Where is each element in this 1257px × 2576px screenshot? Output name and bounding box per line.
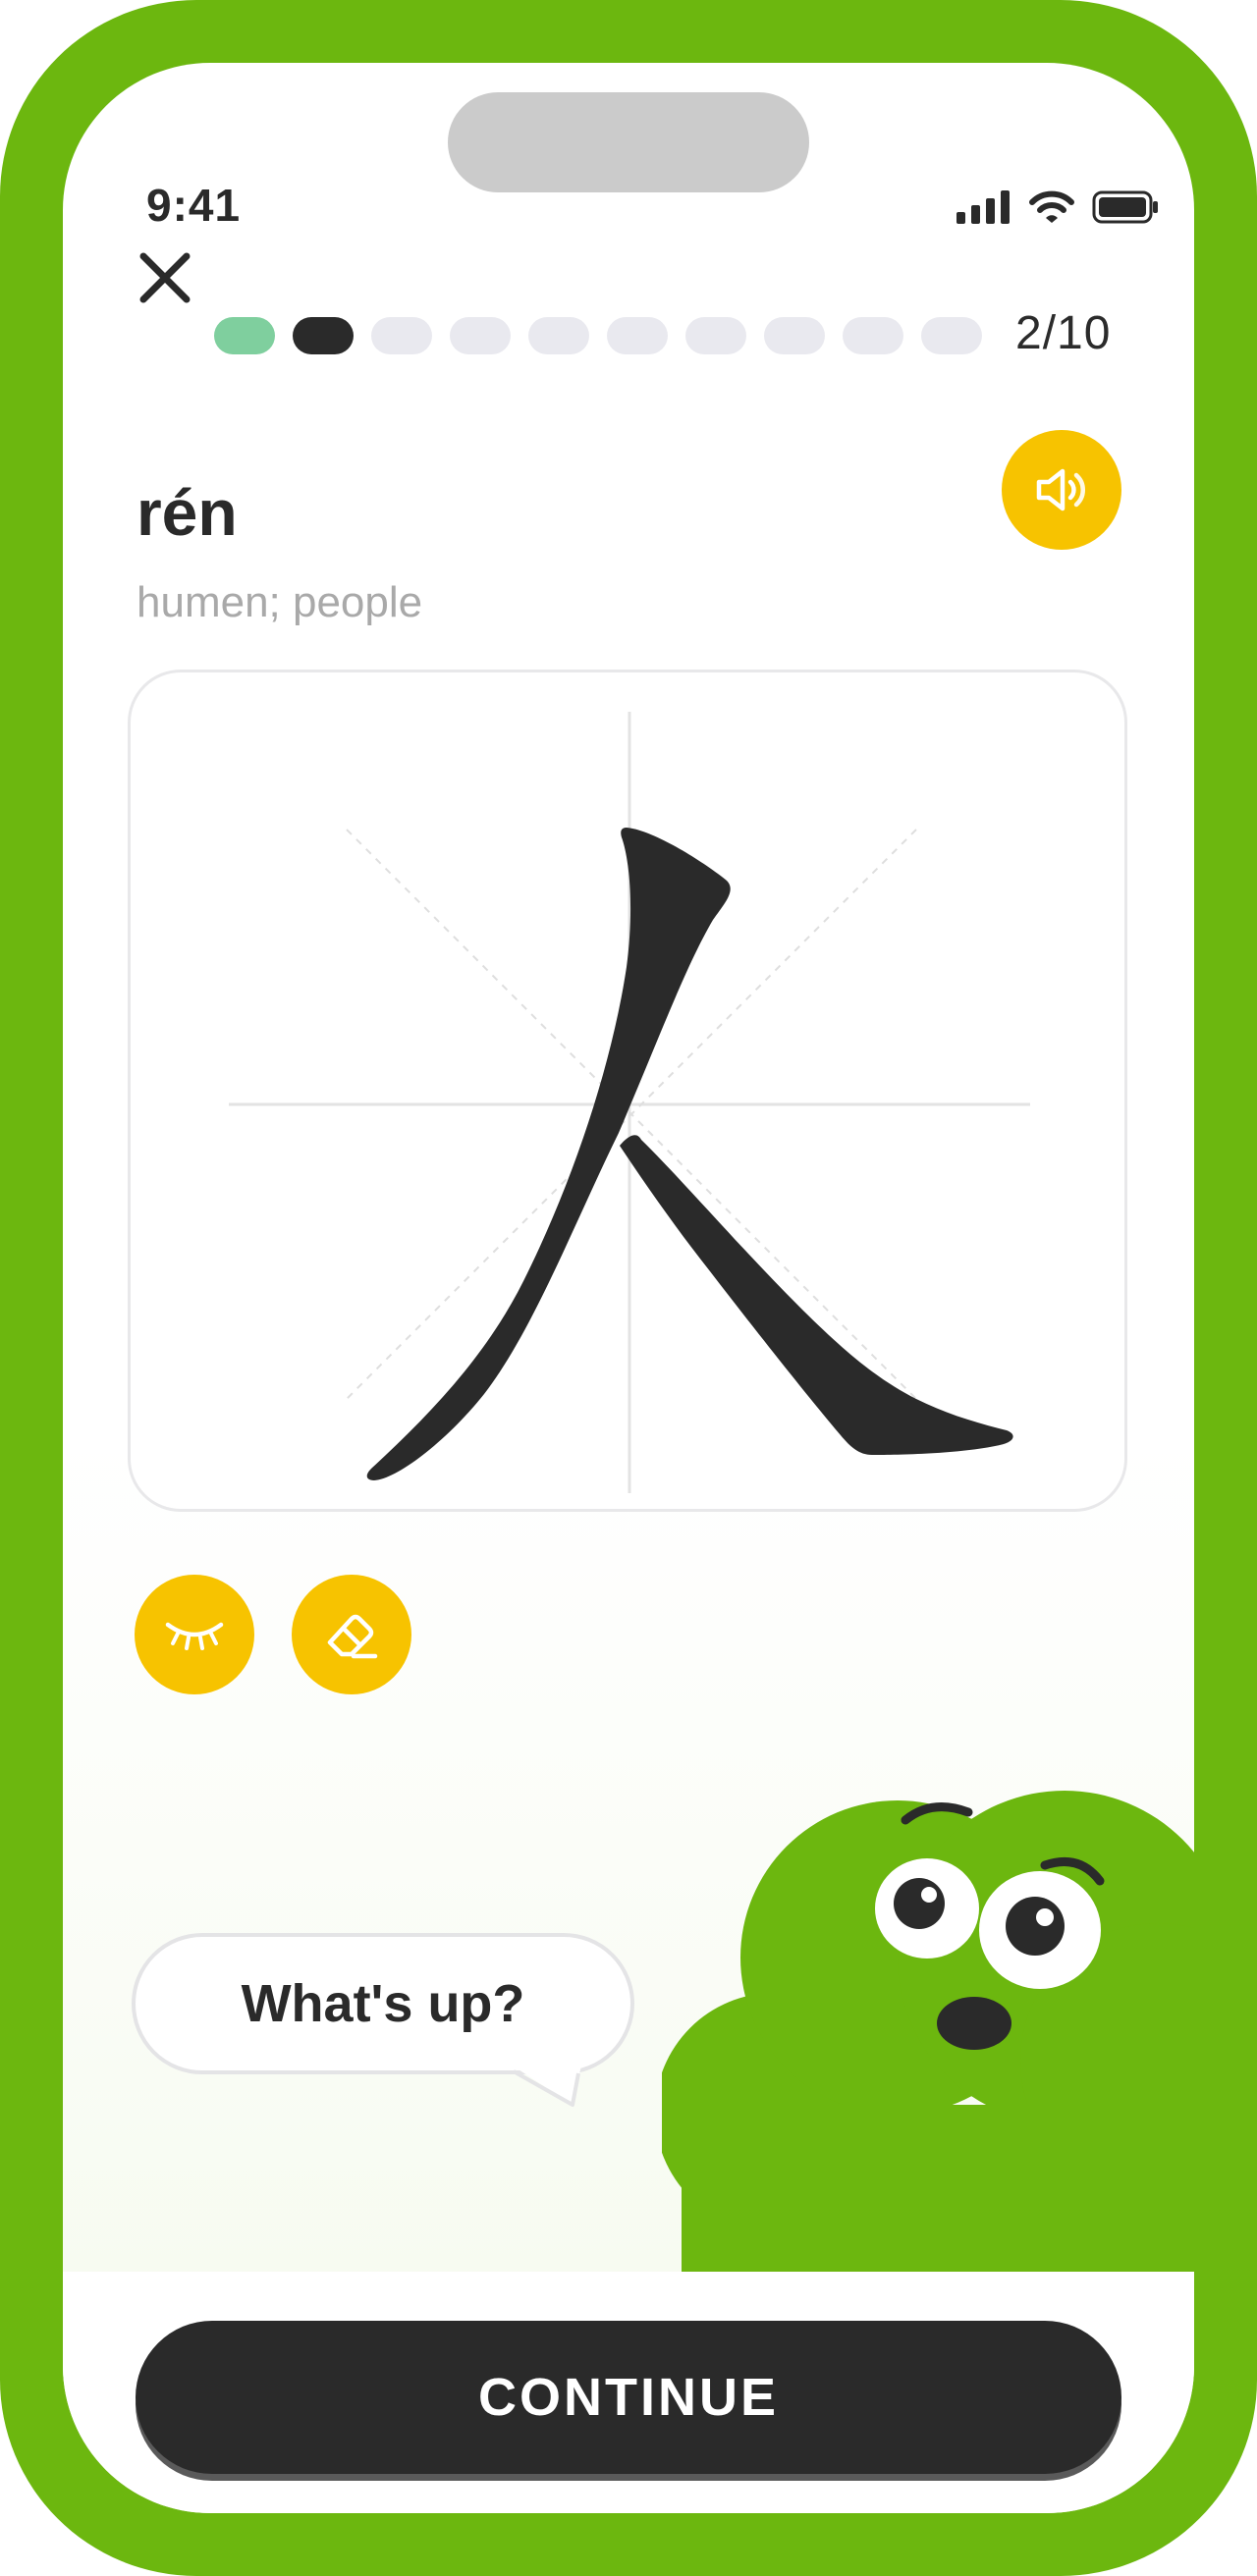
- play-audio-button[interactable]: [1002, 430, 1121, 550]
- progress-segment: [843, 317, 903, 354]
- progress-segment: [371, 317, 432, 354]
- close-icon: [139, 252, 191, 303]
- word-meaning: humen; people: [137, 578, 423, 626]
- writing-canvas[interactable]: [128, 670, 1127, 1512]
- progress-segment: [764, 317, 825, 354]
- speech-bubble-tail: [499, 2057, 583, 2107]
- app-screen: 9:41 2/10 rén humen; people What's up? C…: [63, 63, 1194, 2513]
- mascot-character: [662, 1791, 1194, 2281]
- progress-segment: [214, 317, 275, 354]
- hint-toggle-button[interactable]: [135, 1575, 254, 1694]
- progress-segment: [607, 317, 668, 354]
- progress-segment: [450, 317, 511, 354]
- status-icons: [956, 190, 1159, 224]
- character-glyph: [366, 828, 1013, 1480]
- speech-bubble: What's up?: [132, 1933, 634, 2074]
- dynamic-island: [448, 92, 809, 192]
- progress-segment: [528, 317, 589, 354]
- speaker-icon: [1036, 468, 1086, 511]
- status-time: 9:41: [146, 180, 242, 231]
- pinyin-title: rén: [137, 476, 238, 549]
- close-button[interactable]: [134, 246, 196, 309]
- continue-button[interactable]: CONTINUE: [136, 2321, 1121, 2474]
- signal-icon: [956, 190, 1010, 224]
- eraser-icon: [327, 1614, 378, 1659]
- battery-icon: [1092, 190, 1158, 224]
- progress-segment: [921, 317, 982, 354]
- progress-segment: [685, 317, 746, 354]
- eye-closed-icon: [165, 1622, 224, 1650]
- progress-counter: 2/10: [1015, 307, 1112, 359]
- wifi-icon: [1029, 190, 1074, 223]
- eraser-button[interactable]: [292, 1575, 411, 1694]
- progress-segment: [293, 317, 354, 354]
